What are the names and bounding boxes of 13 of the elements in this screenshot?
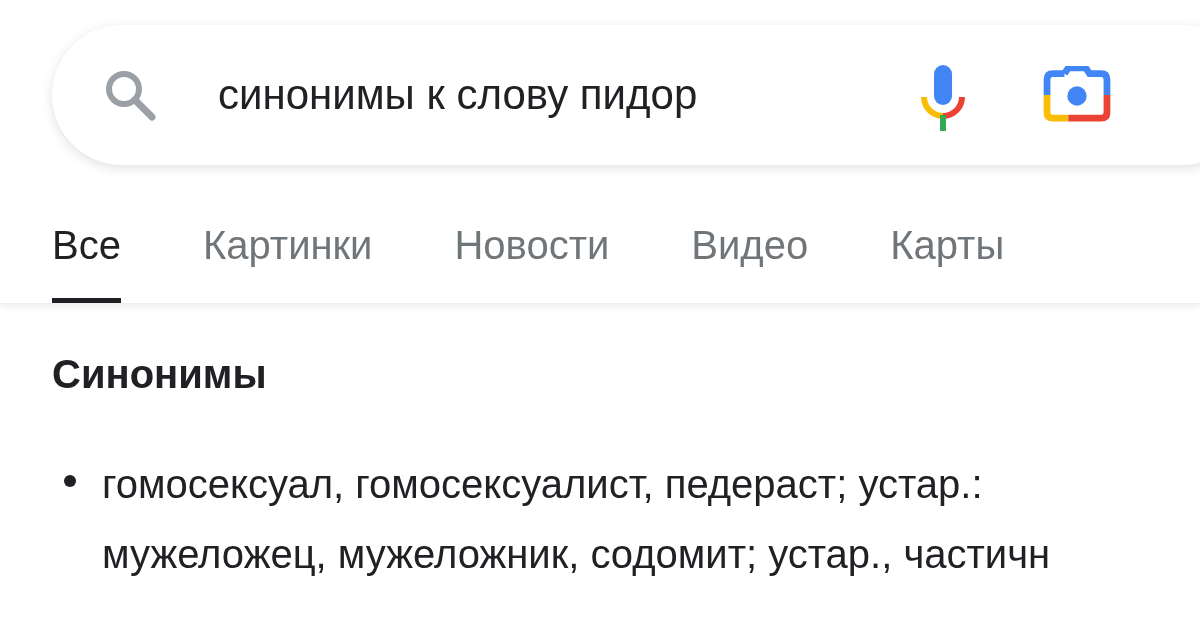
bullet-icon — [64, 475, 76, 487]
synonym-text: гомосексуал, гомосексуалист, педераст; устар.: — [102, 461, 984, 508]
synonym-text: мужеложец, мужеложник, содомит; устар., частичн — [102, 531, 1051, 578]
camera-icon[interactable] — [1043, 66, 1111, 124]
section-heading: Синонимы — [52, 352, 268, 397]
tab[interactable]: Новости — [454, 201, 610, 303]
tab[interactable]: Все — [52, 201, 121, 303]
tab[interactable]: Видео — [691, 201, 809, 303]
tab[interactable]: Картинки — [202, 201, 373, 303]
tab[interactable]: Карты — [890, 201, 1005, 303]
search-field[interactable]: синонимы к слову пидор — [52, 25, 1200, 165]
search-query: синонимы к слову пидор — [218, 71, 699, 119]
microphone-icon[interactable] — [918, 63, 968, 133]
